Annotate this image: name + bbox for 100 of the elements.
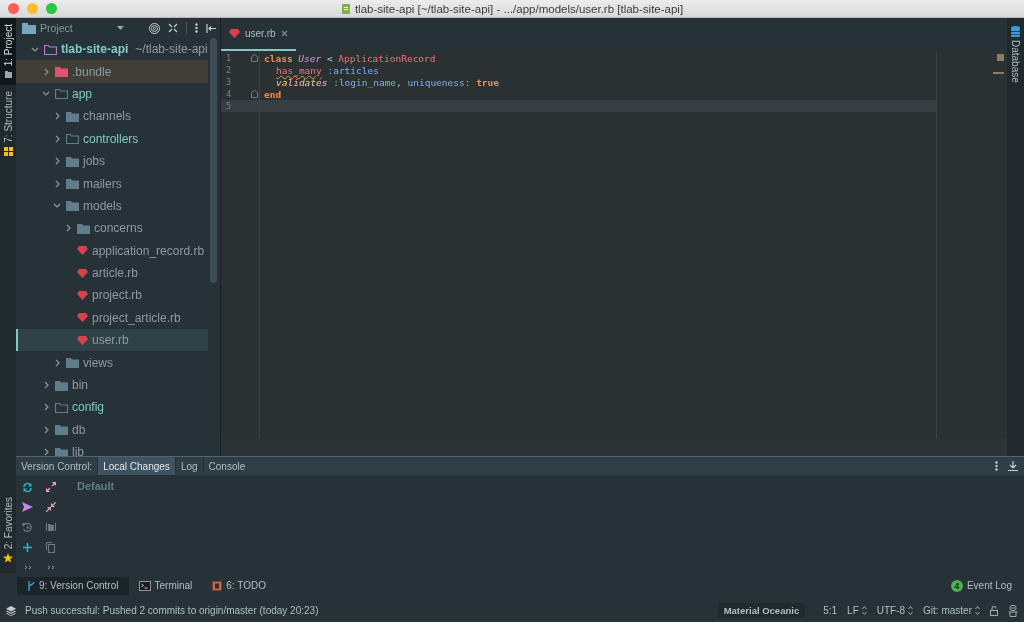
event-log-button[interactable]: 4 Event Log xyxy=(950,579,1012,592)
line-number: 2 xyxy=(224,65,231,75)
terminal-icon xyxy=(138,580,151,591)
caret-position[interactable]: 5:1 xyxy=(823,605,838,616)
panel-label: Version Control: xyxy=(20,459,94,474)
tool-window-tab[interactable]: 1: Project xyxy=(0,18,16,86)
collapse-icon[interactable] xyxy=(45,502,56,512)
panel-tab[interactable]: Local Changes xyxy=(97,457,175,475)
more-chevrons-icon[interactable] xyxy=(46,564,55,570)
lock-icon[interactable] xyxy=(990,605,998,616)
view-dropdown[interactable]: Project xyxy=(22,22,124,34)
folder-icon xyxy=(55,66,68,78)
download-icon[interactable] xyxy=(1008,461,1018,471)
collapsed-chevron-icon xyxy=(43,381,49,390)
code-line: class User < ApplicationRecord xyxy=(263,52,437,64)
folder-icon xyxy=(66,178,79,190)
code-line: end xyxy=(263,88,283,100)
folder-icon xyxy=(66,200,79,212)
tree-item[interactable]: views xyxy=(16,351,208,374)
tree-item[interactable]: lib xyxy=(16,441,208,456)
close-button[interactable] xyxy=(8,3,19,14)
collapsed-chevron-icon xyxy=(43,448,49,456)
line-number: 5 xyxy=(224,101,231,111)
tree-item[interactable]: config xyxy=(16,396,208,419)
target-icon[interactable] xyxy=(149,22,160,34)
tree-item[interactable]: tlab-site-api ~/tlab-site-api xyxy=(16,38,208,61)
fold-marker-icon[interactable] xyxy=(251,54,258,62)
folder-icon xyxy=(77,222,90,234)
window-title: tlab-site-api [~/tlab-site-api] - .../app/models/user.rb [tlab-site-api] xyxy=(354,2,684,15)
collapse-icon[interactable] xyxy=(168,23,178,33)
tree-item[interactable]: project.rb xyxy=(16,284,208,307)
folder-icon xyxy=(22,22,36,34)
expand-icon[interactable] xyxy=(45,482,56,492)
tree-item[interactable]: concerns xyxy=(16,217,208,240)
code-line: has_many :articles xyxy=(275,64,380,76)
expanded-chevron-icon xyxy=(42,91,50,97)
tool-window-tab[interactable]: Database xyxy=(1007,18,1024,91)
encoding-widget[interactable]: UTF-8 xyxy=(876,605,914,616)
rollback-icon[interactable] xyxy=(22,521,33,533)
ruby-icon xyxy=(77,291,88,300)
tree-item[interactable]: controllers xyxy=(16,127,208,150)
collapsed-chevron-icon xyxy=(54,134,60,143)
fold-marker-icon[interactable] xyxy=(251,90,258,98)
code-line: validates :login_name, uniqueness: true xyxy=(275,76,500,88)
tree-item[interactable]: article.rb xyxy=(16,261,208,285)
tree-item[interactable]: project_article.rb xyxy=(16,306,208,330)
more-icon[interactable] xyxy=(995,461,998,471)
ruby-icon xyxy=(77,246,88,256)
folder-icon xyxy=(3,70,13,80)
tool-window-tab[interactable]: 7: Structure xyxy=(0,85,16,162)
status-message: Push successful: Pushed 2 commits to origin/master (today 20:23) xyxy=(25,605,319,616)
collapsed-chevron-icon xyxy=(43,67,49,76)
folder-icon xyxy=(66,110,79,122)
layers-icon[interactable] xyxy=(6,605,16,616)
hide-panel-icon[interactable] xyxy=(206,23,216,33)
tree-item[interactable]: channels xyxy=(16,105,208,128)
collapsed-chevron-icon xyxy=(54,358,60,367)
theme-indicator[interactable]: Material Oceanic xyxy=(717,603,806,618)
line-number: 4 xyxy=(224,89,231,99)
expanded-chevron-icon xyxy=(31,46,39,52)
tree-item[interactable]: bin xyxy=(16,373,208,397)
tool-window-button[interactable]: Terminal xyxy=(128,576,203,595)
panel-tab[interactable]: Console xyxy=(202,457,251,475)
line-separator-widget[interactable]: LF xyxy=(847,605,867,616)
tree-item[interactable]: jobs xyxy=(16,149,208,173)
inspector-icon[interactable] xyxy=(1008,604,1018,617)
close-icon[interactable] xyxy=(280,30,288,37)
caret-icon xyxy=(116,26,124,30)
group-folder-icon[interactable] xyxy=(44,522,57,532)
ruby-icon xyxy=(229,29,240,38)
tree-item[interactable]: db xyxy=(16,418,208,442)
tool-window-button[interactable]: 9: Version Control xyxy=(17,576,129,595)
horizontal-scrollbar[interactable] xyxy=(221,438,1007,456)
tree-item[interactable]: .bundle xyxy=(16,60,208,83)
updown-icon xyxy=(975,606,980,615)
tool-window-tab[interactable]: 2: Favorites xyxy=(0,490,16,569)
panel-tab[interactable]: Log xyxy=(174,457,203,475)
commit-arrow-icon[interactable] xyxy=(22,502,33,512)
more-icon[interactable] xyxy=(195,23,198,33)
folder-icon xyxy=(44,43,57,55)
tree-item[interactable]: application_record.rb xyxy=(16,239,208,262)
refresh-icon[interactable] xyxy=(22,481,33,493)
git-branch-widget[interactable]: Git: master xyxy=(923,605,980,616)
folder-icon xyxy=(55,88,68,100)
editor-tab[interactable]: user.rb xyxy=(221,18,296,51)
tree-item[interactable]: models xyxy=(16,194,208,218)
copy-icon[interactable] xyxy=(46,541,55,553)
tool-window-button[interactable]: 6: TODO xyxy=(202,576,276,595)
folder-icon xyxy=(66,357,79,369)
tree-item[interactable]: user.rb xyxy=(16,329,208,352)
expanded-chevron-icon xyxy=(53,203,61,209)
tree-item[interactable]: app xyxy=(16,82,208,106)
project-file-icon xyxy=(340,2,351,15)
folder-icon xyxy=(66,133,79,145)
line-number: 1 xyxy=(224,53,231,63)
add-icon[interactable] xyxy=(23,542,32,552)
ruby-icon xyxy=(77,268,88,278)
updown-icon xyxy=(861,606,867,615)
more-chevrons-icon[interactable] xyxy=(23,564,32,570)
tree-item[interactable]: mailers xyxy=(16,172,208,195)
